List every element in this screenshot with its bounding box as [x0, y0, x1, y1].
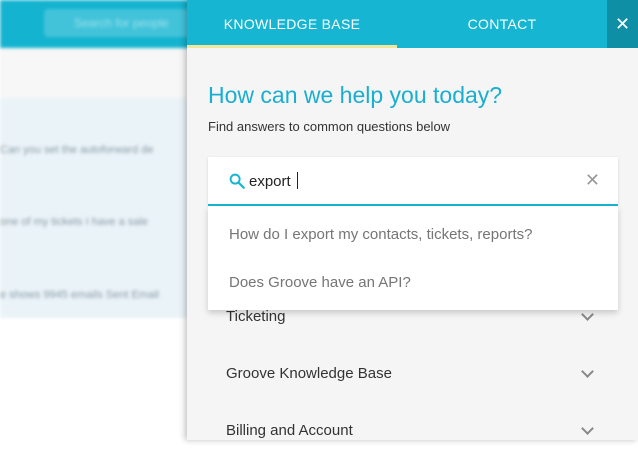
search-input-value[interactable]: export	[249, 172, 298, 190]
category-billing-and-account[interactable]: Billing and Account	[208, 412, 618, 452]
active-tab-indicator	[187, 45, 397, 48]
category-label: Ticketing	[226, 308, 286, 325]
chevron-down-icon	[581, 422, 594, 435]
search-icon	[229, 173, 245, 189]
page-subtitle: Find answers to common questions below	[208, 119, 451, 134]
category-label: Groove Knowledge Base	[226, 365, 392, 382]
page-title: How can we help you today?	[208, 82, 503, 108]
suggestion-item[interactable]: How do I export my contacts, tickets, re…	[229, 226, 532, 243]
clear-search-button[interactable]: ✕	[585, 170, 600, 191]
search-suggestions: How do I export my contacts, tickets, re…	[208, 206, 618, 310]
kb-search-input[interactable]: export ✕	[208, 157, 618, 206]
help-panel: KNOWLEDGE BASE CONTACT ✕ How can we help…	[187, 0, 638, 440]
background-row: Can you set the autoforward de	[0, 144, 154, 156]
suggestion-item[interactable]: Does Groove have an API?	[229, 274, 411, 291]
background-row: one of my tickets I have a sale	[0, 216, 148, 228]
category-label: Billing and Account	[226, 422, 353, 439]
chevron-down-icon	[581, 365, 594, 378]
panel-tabs: KNOWLEDGE BASE CONTACT ✕	[187, 0, 638, 48]
tab-contact[interactable]: CONTACT	[397, 0, 607, 48]
background-row: e shows 9945 emails Sent Email	[0, 289, 159, 301]
chevron-down-icon	[581, 308, 594, 321]
category-groove-knowledge-base[interactable]: Groove Knowledge Base	[208, 355, 618, 395]
tab-knowledge-base[interactable]: KNOWLEDGE BASE	[187, 0, 397, 48]
close-panel-button[interactable]: ✕	[607, 0, 638, 48]
text-caret	[296, 172, 298, 189]
